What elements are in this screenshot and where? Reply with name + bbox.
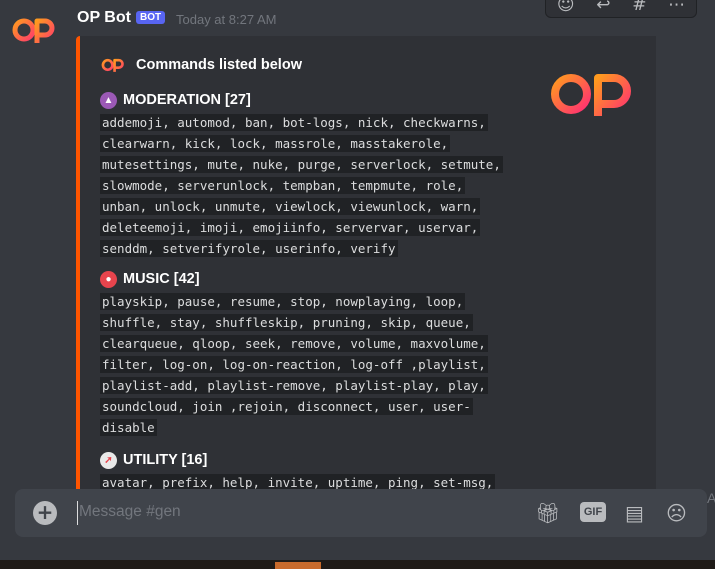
field-value: addemoji, automod, ban, bot-logs, nick, … (100, 114, 503, 257)
field-moderation: ▲ MODERATION [27] addemoji, automod, ban… (100, 90, 510, 259)
emoji-icon[interactable]: ☹ (666, 501, 687, 525)
embed-author-name: Commands listed below (136, 57, 302, 73)
message-hover-toolbar: ☺ ↩ # ⋯ (545, 0, 697, 18)
field-title: ▲ MODERATION [27] (100, 90, 510, 110)
message-input[interactable]: Message #gen (79, 503, 181, 521)
text-cursor (77, 501, 78, 525)
embed-thumbnail-logo[interactable] (548, 70, 638, 118)
message-composer[interactable]: + Message #gen 🎁︎ GIF ▤ ☹ (15, 489, 707, 537)
field-title: ● MUSIC [42] (100, 269, 510, 289)
field-music: ● MUSIC [42] playskip, pause, resume, st… (100, 269, 510, 438)
attach-plus-icon[interactable]: + (33, 501, 57, 525)
more-options-icon[interactable]: ⋯ (668, 0, 685, 15)
bot-avatar[interactable] (12, 13, 56, 47)
clipped-edge-text: A (707, 490, 715, 506)
message-timestamp: Today at 8:27 AM (176, 12, 277, 27)
reply-icon[interactable]: ↩ (596, 0, 610, 15)
field-utility: ➚ UTILITY [16] avatar, prefix, help, inv… (100, 450, 510, 493)
username[interactable]: OP Bot (77, 9, 131, 27)
gift-icon[interactable]: 🎁︎ (535, 501, 560, 525)
embed-card: Commands listed below ▲ MODERATION [27] … (76, 36, 656, 506)
author-logo-icon (101, 58, 124, 72)
field-title: ➚ UTILITY [16] (100, 450, 510, 470)
gif-button[interactable]: GIF (580, 502, 606, 522)
embed-author: Commands listed below (100, 56, 302, 74)
flame-icon: ● (100, 270, 117, 288)
bell-icon: ▲ (100, 91, 117, 109)
taskbar-edge (0, 560, 715, 569)
add-reaction-icon[interactable]: ☺ (557, 0, 575, 15)
create-thread-icon[interactable]: # (632, 0, 646, 15)
sticker-icon[interactable]: ▤ (625, 501, 644, 525)
bot-badge: BOT (136, 11, 166, 24)
field-value: playskip, pause, resume, stop, nowplayin… (100, 293, 488, 436)
compass-icon: ➚ (100, 451, 117, 469)
